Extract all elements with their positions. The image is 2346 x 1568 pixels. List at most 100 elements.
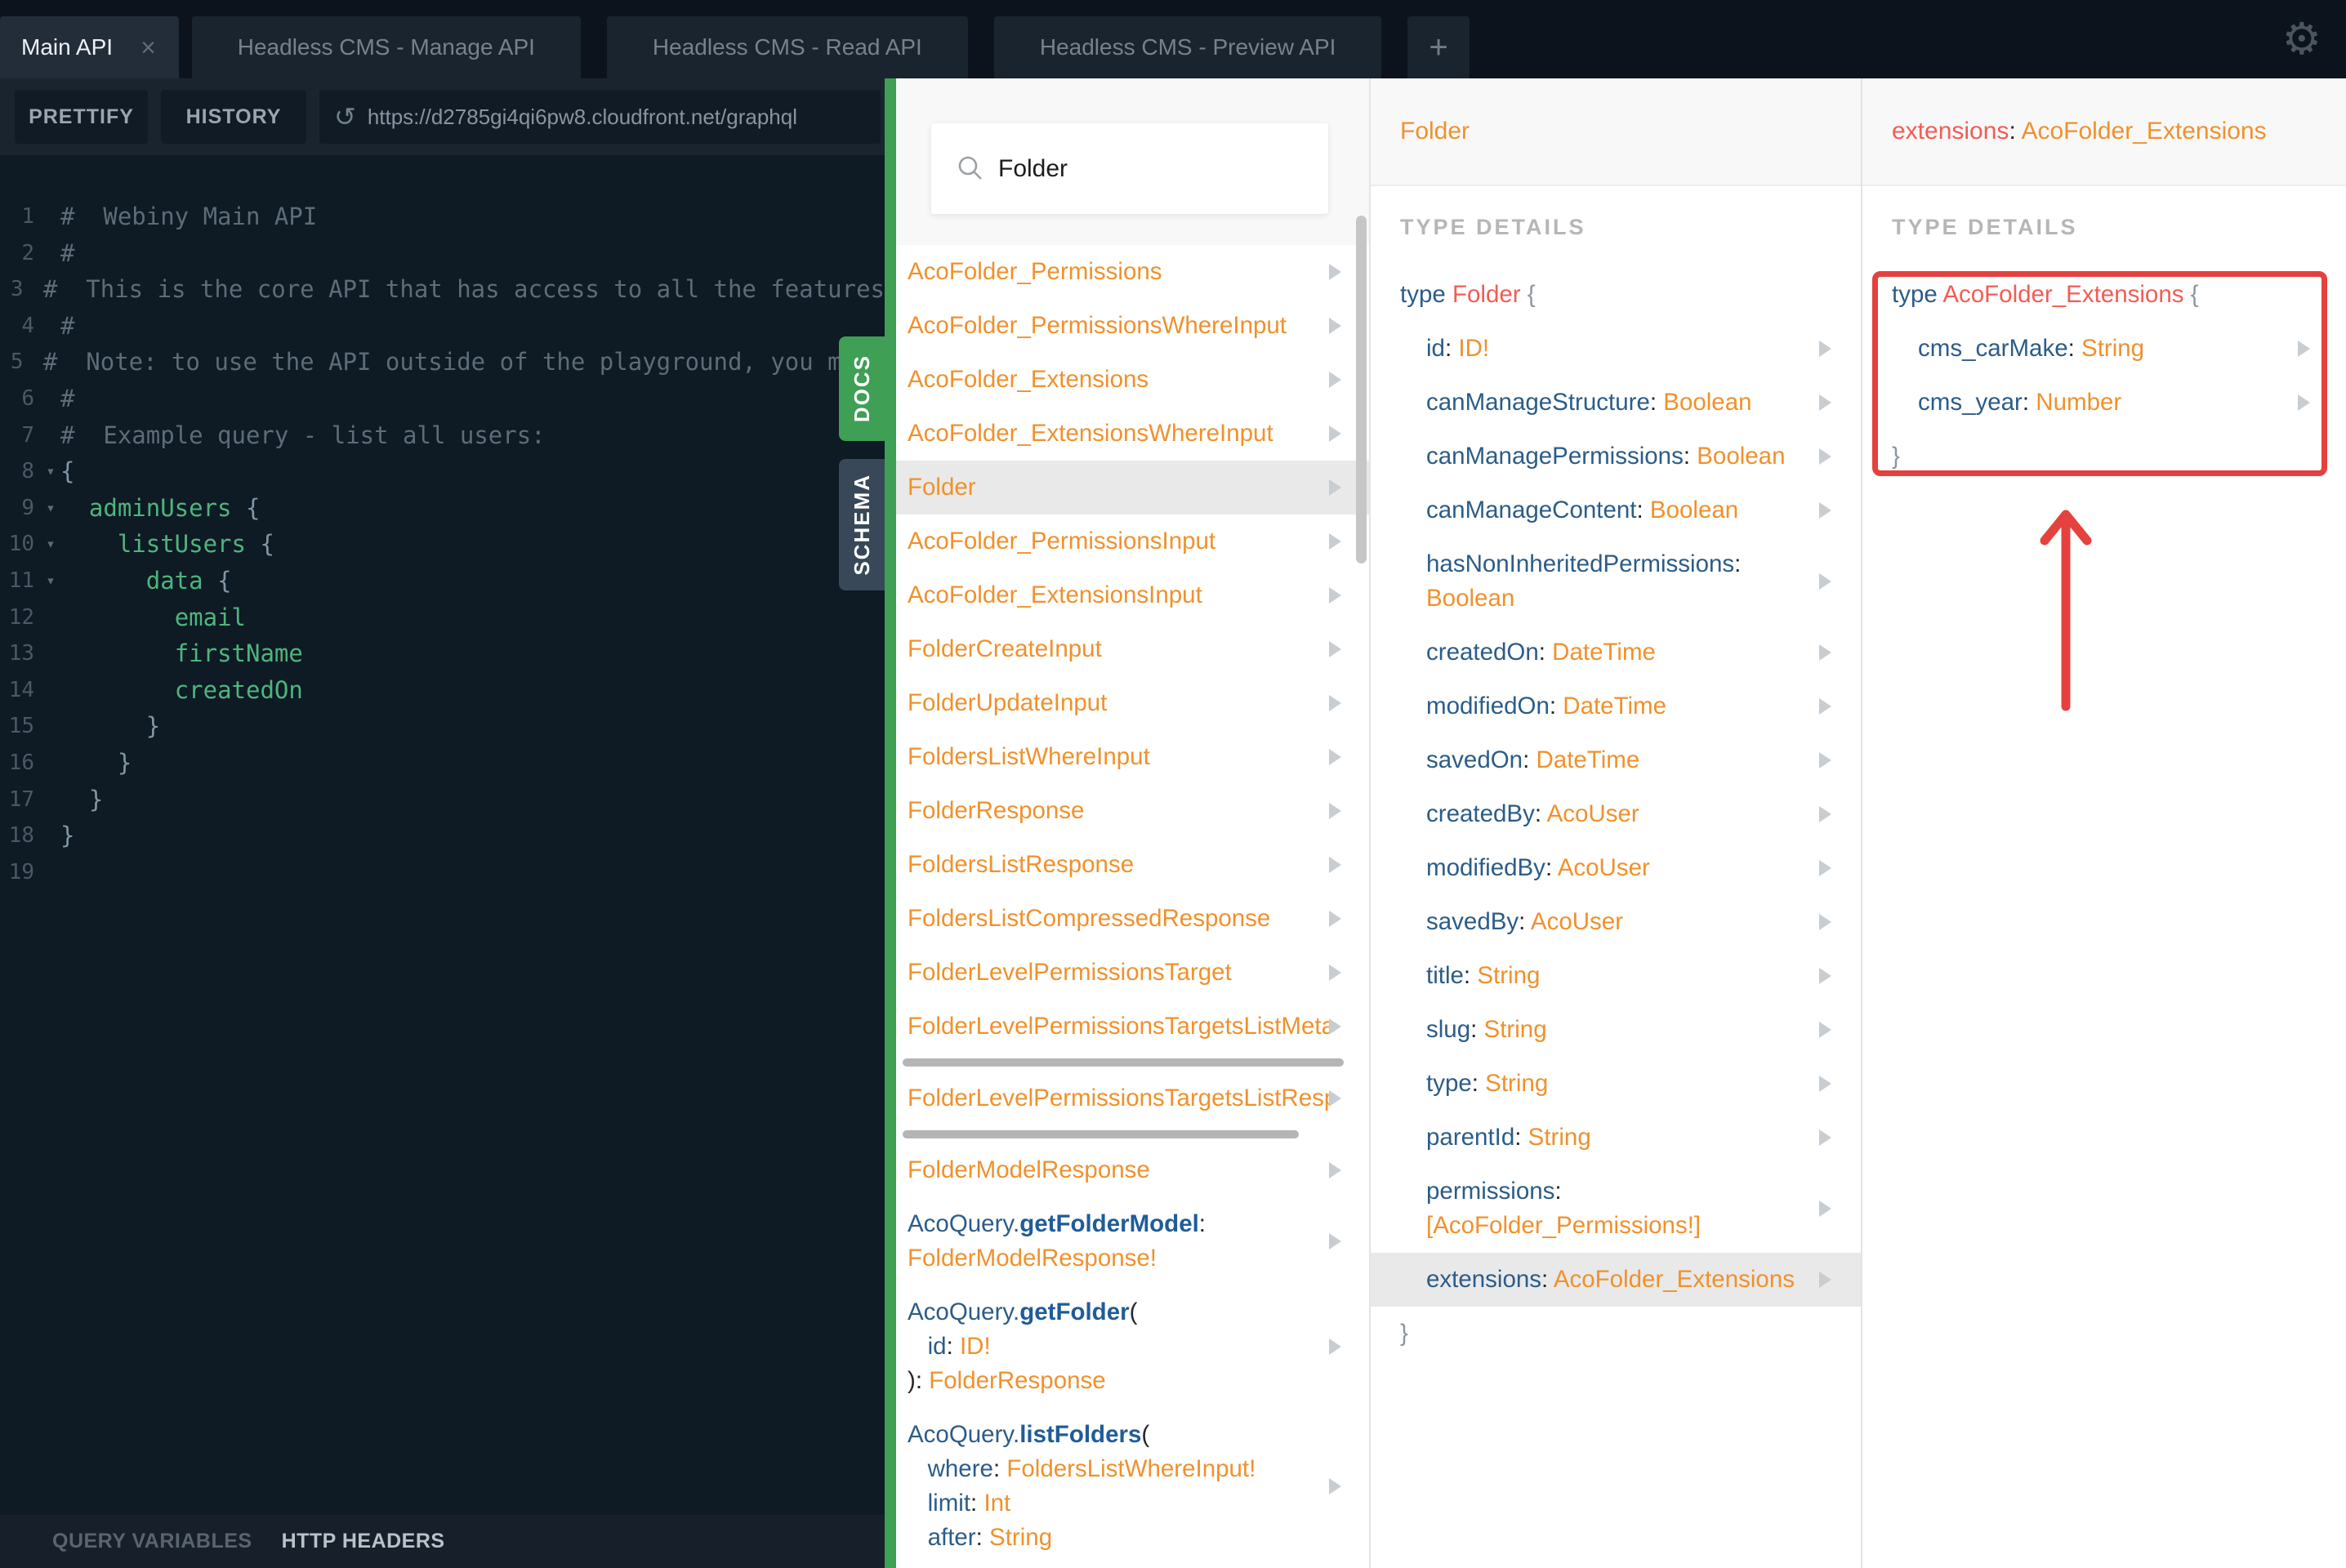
docs-list-item[interactable]: FolderCreateInput (896, 622, 1369, 676)
editor-line[interactable]: 5 # Note: to use the API outside of the p… (0, 344, 885, 381)
editor-line[interactable]: 12 email (0, 599, 885, 636)
type-field-row[interactable]: type Folder { (1371, 268, 1861, 322)
editor-line[interactable]: 7 # Example query - list all users: (0, 417, 885, 454)
chevron-right-icon (1819, 1129, 1831, 1146)
type-field-row[interactable]: savedOn: DateTime (1371, 733, 1861, 787)
docs-list-item[interactable]: FolderUpdateInput (896, 676, 1369, 730)
horizontal-scrollbar[interactable] (903, 1058, 1344, 1067)
docs-list-item[interactable]: FoldersListCompressedResponse (896, 892, 1369, 946)
docs-list-item[interactable]: FolderLevelPermissionsTarget (896, 946, 1369, 1000)
fold-arrow-icon[interactable]: ▾ (41, 453, 60, 490)
docs-list-item[interactable]: FoldersListWhereInput (896, 730, 1369, 784)
editor-line[interactable]: 16 } (0, 745, 885, 782)
editor-line[interactable]: 14 createdOn (0, 672, 885, 709)
docs-list-item[interactable]: FolderResponse (896, 784, 1369, 838)
type-field-row[interactable]: savedBy: AcoUser (1371, 895, 1861, 949)
editor-line[interactable]: 17 } (0, 782, 885, 818)
type-field-row[interactable]: createdOn: DateTime (1371, 626, 1861, 679)
type-field-row[interactable]: slug: String (1371, 1003, 1861, 1057)
type-field-row[interactable]: permissions: [AcoFolder_Permissions!] (1371, 1165, 1861, 1253)
api-tab-headless-cms-manage-api[interactable]: Headless CMS - Manage API (191, 16, 581, 78)
docs-list-item[interactable]: FolderModelResponse (896, 1143, 1369, 1197)
add-tab-button[interactable]: + (1407, 16, 1470, 78)
text-segment: : (1545, 854, 1558, 881)
prettify-button[interactable]: PRETTIFY (15, 90, 148, 144)
api-tab-headless-cms-preview-api[interactable]: Headless CMS - Preview API (993, 16, 1382, 78)
extensions-field-row[interactable]: } (1862, 430, 2346, 483)
editor-line[interactable]: 10 ▾ listUsers { (0, 526, 885, 563)
type-field-row[interactable]: } (1371, 1307, 1861, 1361)
editor-line[interactable]: 1 # Webiny Main API (0, 198, 885, 235)
editor-line[interactable]: 15 } (0, 708, 885, 745)
docs-list-item[interactable]: AcoFolder_Permissions (896, 245, 1369, 299)
text-segment: String (1483, 1016, 1547, 1043)
schema-sidebar-tab[interactable]: SCHEMA (839, 459, 885, 590)
editor-line[interactable]: 9 ▾ adminUsers { (0, 490, 885, 527)
api-tab-main-api[interactable]: Main API × (0, 16, 179, 78)
editor-line[interactable]: 8 ▾{ (0, 453, 885, 490)
docs-list-item[interactable]: AcoFolder_PermissionsInput (896, 514, 1369, 568)
chevron-right-icon (1819, 752, 1831, 768)
close-tab-icon[interactable]: × (140, 34, 156, 60)
docs-sidebar-tab[interactable]: DOCS (839, 336, 885, 441)
docs-search-box[interactable] (931, 123, 1328, 214)
line-number: 1 (21, 204, 34, 229)
docs-list-item[interactable]: AcoQuery.getFolderModel: FolderModelRespo… (896, 1197, 1369, 1285)
type-field-row[interactable]: type: String (1371, 1057, 1861, 1111)
editor-line[interactable]: 4 # (0, 308, 885, 345)
text-segment (908, 1333, 928, 1360)
line-number: 19 (8, 859, 34, 884)
type-field-row[interactable]: parentId: String (1371, 1111, 1861, 1165)
docs-list-item[interactable]: AcoFolder_PermissionsWhereInput (896, 299, 1369, 353)
reload-icon[interactable]: ↺ (334, 101, 356, 132)
query-editor[interactable]: 1 # Webiny Main API 2 #3 # This is the core … (0, 155, 885, 1515)
editor-line[interactable]: 3 # This is the core API that has access … (0, 271, 885, 308)
extensions-field-row[interactable]: type AcoFolder_Extensions { (1862, 268, 2346, 322)
horizontal-scrollbar[interactable] (903, 1130, 1299, 1138)
type-field-row[interactable]: modifiedBy: AcoUser (1371, 841, 1861, 895)
docs-list-item[interactable]: FolderLevelPermissionsTargetsListMeta (896, 1000, 1369, 1054)
history-button[interactable]: HISTORY (161, 90, 306, 144)
type-field-row[interactable]: modifiedOn: DateTime (1371, 679, 1861, 733)
query-variables-tab[interactable]: QUERY VARIABLES (52, 1530, 252, 1553)
panel-divider[interactable] (885, 78, 896, 1568)
http-headers-tab[interactable]: HTTP HEADERS (282, 1530, 445, 1553)
fold-arrow-icon[interactable]: ▾ (41, 563, 60, 599)
text-segment: DateTime (1563, 693, 1667, 719)
row-text: AcoFolder_ExtensionsInput (908, 578, 1329, 612)
type-field-row[interactable]: id: ID! (1371, 322, 1861, 376)
docs-search-input[interactable] (998, 154, 1309, 183)
extensions-field-row[interactable]: cms_carMake: String (1862, 322, 2346, 376)
docs-list-item[interactable]: FolderLevelPermissionsTargetsListRespo (896, 1071, 1369, 1125)
docs-list-item[interactable]: AcoQuery.getFolder( id: ID!): FolderResp… (896, 1285, 1369, 1408)
editor-line[interactable]: 2 # (0, 235, 885, 272)
type-field-row[interactable]: hasNonInheritedPermissions: Boolean (1371, 537, 1861, 626)
type-field-row[interactable]: canManagePermissions: Boolean (1371, 430, 1861, 483)
settings-gear-icon[interactable]: ⚙ (2282, 10, 2321, 69)
type-field-row[interactable]: createdBy: AcoUser (1371, 787, 1861, 841)
type-field-row[interactable]: canManageStructure: Boolean (1371, 376, 1861, 430)
row-text: Folder (908, 470, 1329, 505)
docs-list-item[interactable]: AcoFolder_ExtensionsInput (896, 568, 1369, 622)
docs-vertical-scrollbar[interactable] (1356, 216, 1367, 564)
docs-list-item-selected[interactable]: Folder (896, 461, 1369, 514)
extensions-field-row[interactable]: cms_year: Number (1862, 376, 2346, 430)
editor-line[interactable]: 19 (0, 854, 885, 891)
docs-list-item[interactable]: AcoFolder_Extensions (896, 353, 1369, 407)
editor-line[interactable]: 6 # (0, 381, 885, 417)
editor-line[interactable]: 18} (0, 817, 885, 854)
editor-line[interactable]: 13 firstName (0, 635, 885, 672)
endpoint-url-bar[interactable]: ↺ (319, 90, 881, 144)
docs-list-item[interactable]: AcoFolder_ExtensionsWhereInput (896, 407, 1369, 461)
chevron-right-icon (1329, 587, 1341, 604)
editor-line[interactable]: 11 ▾ data { (0, 563, 885, 599)
type-field-row[interactable]: canManageContent: Boolean (1371, 483, 1861, 537)
docs-list-item[interactable]: FoldersListResponse (896, 838, 1369, 892)
fold-arrow-icon[interactable]: ▾ (41, 526, 60, 563)
endpoint-url-input[interactable] (367, 104, 858, 130)
fold-arrow-icon[interactable]: ▾ (41, 490, 60, 527)
type-field-row-selected[interactable]: extensions: AcoFolder_Extensions (1371, 1253, 1861, 1307)
api-tab-headless-cms-read-api[interactable]: Headless CMS - Read API (606, 16, 968, 78)
type-field-row[interactable]: title: String (1371, 949, 1861, 1003)
docs-list-item[interactable]: AcoQuery.listFolders( where: FoldersList… (896, 1408, 1369, 1565)
